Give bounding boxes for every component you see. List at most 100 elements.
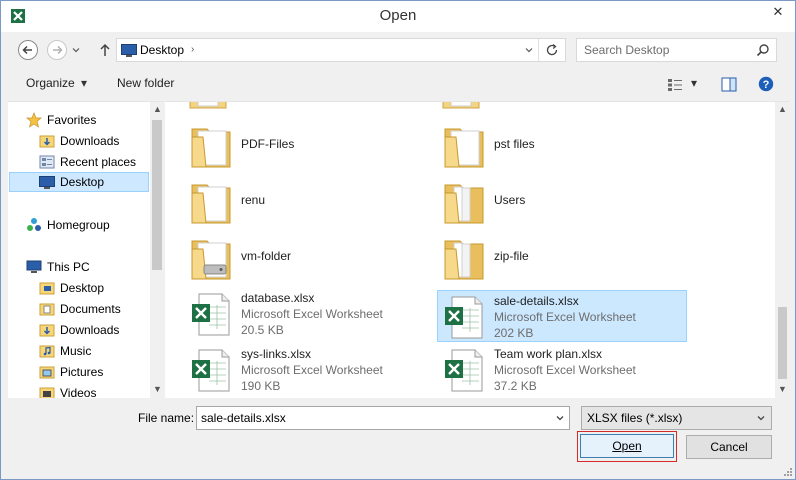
nav-scroll-up-icon[interactable]: ▲ [153, 104, 162, 114]
search-input[interactable]: Search Desktop [576, 38, 777, 62]
file-size: 202 KB [494, 326, 534, 340]
file-type-filter-value: XLSX files (*.xlsx) [587, 411, 683, 425]
resize-grip-icon[interactable] [783, 467, 793, 477]
file-type-filter[interactable]: XLSX files (*.xlsx) [581, 406, 772, 430]
new-folder-button[interactable]: New folder [117, 76, 174, 90]
nav-pc-desktop[interactable]: Desktop [39, 278, 164, 298]
folder-item[interactable]: zip-file [438, 232, 688, 284]
file-type: Microsoft Excel Worksheet [494, 310, 636, 324]
back-button[interactable] [17, 39, 39, 61]
folder-item[interactable]: pst files [438, 120, 688, 172]
forward-button[interactable] [46, 39, 68, 61]
up-arrow-icon [100, 43, 110, 56]
folder-name: renu [241, 193, 266, 207]
svg-text:?: ? [763, 79, 770, 91]
file-name-field[interactable]: sale-details.xlsx [196, 406, 570, 430]
nav-pc-desktop-label: Desktop [60, 281, 105, 295]
files-scroll-up-icon[interactable]: ▲ [778, 104, 787, 114]
nav-pc-videos-label: Videos [60, 386, 97, 398]
nav-pc-videos[interactable]: Videos [39, 383, 164, 398]
file-item-selected[interactable]: sale-details.xlsx Microsoft Excel Worksh… [437, 290, 687, 342]
nav-this-pc[interactable]: This PC [26, 257, 164, 277]
desktop-icon [39, 174, 55, 190]
address-bar[interactable]: Desktop › [116, 38, 566, 62]
open-dialog: Open ✕ Desktop › Search Desktop Organize… [0, 0, 796, 480]
help-icon[interactable]: ? [758, 76, 774, 92]
nav-pc-downloads[interactable]: Downloads [39, 320, 164, 340]
file-item[interactable]: sys-links.xlsx Microsoft Excel Worksheet… [185, 344, 435, 396]
nav-favorites-label: Favorites [47, 113, 97, 127]
file-name: sale-details.xlsx [494, 294, 579, 308]
nav-pc-downloads-label: Downloads [60, 323, 120, 337]
refresh-icon[interactable] [545, 43, 559, 57]
desktop-folder-icon [39, 280, 55, 296]
documents-folder-icon [39, 301, 55, 317]
close-icon: ✕ [772, 4, 784, 19]
nav-downloads[interactable]: Downloads [39, 131, 164, 151]
nav-desktop[interactable]: Desktop [9, 172, 149, 192]
change-view-icon[interactable] [667, 78, 683, 92]
window-title: Open [379, 7, 417, 24]
nav-pc-music[interactable]: Music [39, 341, 164, 361]
nav-scroll-down-icon[interactable]: ▼ [153, 384, 162, 394]
close-button[interactable]: ✕ [761, 1, 795, 23]
organize-label: Organize [26, 76, 75, 90]
folder-icon [191, 184, 231, 224]
nav-pc-pictures-label: Pictures [60, 365, 104, 379]
homegroup-icon [26, 217, 42, 233]
preview-pane-icon[interactable] [721, 77, 737, 92]
pictures-folder-icon [39, 364, 55, 380]
videos-folder-icon [39, 385, 55, 398]
file-item[interactable]: database.xlsx Microsoft Excel Worksheet … [185, 288, 435, 340]
nav-this-pc-label: This PC [47, 260, 90, 274]
file-name: Team work plan.xlsx [494, 347, 603, 361]
star-icon [26, 112, 42, 128]
command-bar: Organize ▾ New folder ▾ ? [1, 71, 795, 97]
file-item[interactable]: Team work plan.xlsx Microsoft Excel Work… [438, 344, 688, 396]
nav-pc-documents[interactable]: Documents [39, 299, 164, 319]
open-button[interactable]: Open [580, 434, 674, 458]
folder-item[interactable]: PDF-Files [185, 120, 435, 172]
cancel-button[interactable]: Cancel [686, 435, 772, 459]
back-arrow-icon [18, 40, 38, 60]
recent-locations-button[interactable] [69, 39, 83, 61]
nav-scroll-thumb[interactable] [152, 120, 162, 270]
nav-downloads-label: Downloads [60, 134, 120, 148]
files-scroll-thumb[interactable] [778, 307, 787, 379]
nav-desktop-label: Desktop [60, 175, 105, 189]
address-dropdown-icon[interactable] [524, 45, 534, 55]
nav-favorites[interactable]: Favorites [26, 110, 164, 130]
file-list[interactable]: PDF-Files pst files renu Users vm-folder… [165, 101, 790, 398]
files-scrollbar[interactable]: ▲ ▼ [775, 102, 790, 398]
downloads-folder-icon [39, 133, 55, 149]
downloads-folder-icon [39, 322, 55, 338]
chevron-down-icon[interactable] [555, 413, 565, 423]
organize-chevron-icon: ▾ [81, 76, 88, 90]
folder-item[interactable]: Users [438, 176, 688, 228]
nav-recent-places[interactable]: Recent places [39, 152, 164, 172]
nav-homegroup[interactable]: Homegroup [26, 215, 164, 235]
files-scroll-down-icon[interactable]: ▼ [778, 384, 787, 394]
address-divider [538, 39, 539, 61]
folder-item[interactable]: vm-folder [185, 232, 435, 284]
excel-file-icon [192, 293, 230, 336]
title-bar: Open ✕ [1, 1, 795, 32]
nav-homegroup-label: Homegroup [47, 218, 110, 232]
nav-recent-places-label: Recent places [60, 155, 137, 169]
nav-pc-pictures[interactable]: Pictures [39, 362, 164, 382]
breadcrumb-chevron-icon[interactable]: › [191, 44, 194, 55]
view-options-chevron-icon[interactable]: ▾ [691, 76, 697, 90]
breadcrumb-desktop[interactable]: Desktop [140, 43, 184, 57]
nav-scrollbar[interactable]: ▲ ▼ [150, 102, 164, 398]
chevron-down-icon[interactable] [756, 413, 766, 423]
up-button[interactable] [94, 39, 116, 61]
folder-icon [191, 240, 231, 280]
file-name-value: sale-details.xlsx [201, 411, 286, 425]
organize-menu[interactable]: Organize ▾ [26, 76, 87, 90]
folder-name: PDF-Files [241, 137, 295, 151]
navigation-pane[interactable]: Favorites Downloads Recent places Deskto… [8, 101, 164, 398]
file-type: Microsoft Excel Worksheet [494, 363, 636, 377]
file-name: sys-links.xlsx [241, 347, 312, 361]
folder-item[interactable]: renu [185, 176, 435, 228]
folder-icon [189, 102, 227, 109]
